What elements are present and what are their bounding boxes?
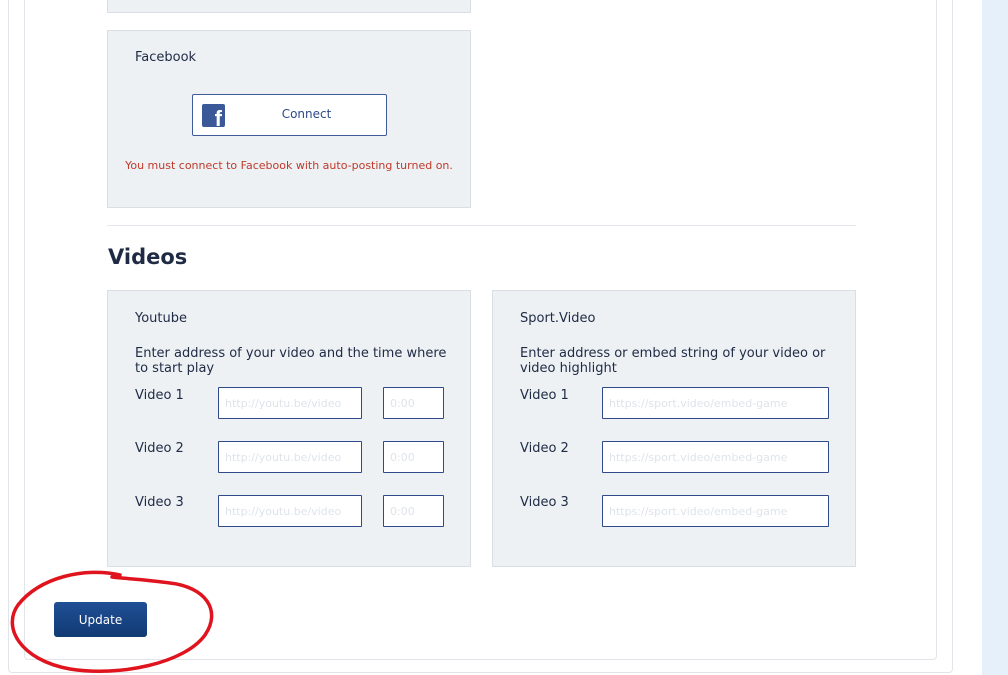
youtube-panel: Youtube Enter address of your video and … [107,290,471,567]
youtube-instructions: Enter address of your video and the time… [135,346,447,376]
youtube-video-1-time-input[interactable] [383,387,444,419]
youtube-video-2-label: Video 2 [135,441,184,456]
youtube-video-3-url-input[interactable] [218,495,362,527]
page: Facebook f Connect You must connect to F… [0,0,1008,675]
section-divider [107,225,856,226]
sportvideo-video-3-label: Video 3 [520,495,569,510]
sportvideo-panel: Sport.Video Enter address or embed strin… [492,290,856,567]
facebook-connect-label: Connect [281,107,332,121]
youtube-video-3-time-input[interactable] [383,495,444,527]
facebook-connect-button[interactable]: f Connect [192,94,387,136]
right-sidebar [982,0,1008,675]
youtube-video-3-label: Video 3 [135,495,184,510]
sportvideo-video-2-input[interactable] [602,441,829,473]
facebook-panel: Facebook f Connect You must connect to F… [107,30,471,208]
youtube-video-2-time-input[interactable] [383,441,444,473]
previous-panel [107,0,471,13]
sportvideo-title: Sport.Video [520,311,596,326]
facebook-warning: You must connect to Facebook with auto-p… [125,159,453,172]
sportvideo-video-2-label: Video 2 [520,441,569,456]
videos-heading: Videos [108,245,188,269]
sportvideo-video-1-input[interactable] [602,387,829,419]
sportvideo-video-1-label: Video 1 [520,388,569,403]
youtube-video-1-url-input[interactable] [218,387,362,419]
youtube-video-1-label: Video 1 [135,388,184,403]
youtube-title: Youtube [135,311,187,326]
facebook-title: Facebook [135,50,197,65]
sportvideo-video-3-input[interactable] [602,495,829,527]
sportvideo-instructions: Enter address or embed string of your vi… [520,346,826,376]
facebook-icon: f [202,104,225,130]
update-button[interactable]: Update [54,602,147,637]
youtube-video-2-url-input[interactable] [218,441,362,473]
